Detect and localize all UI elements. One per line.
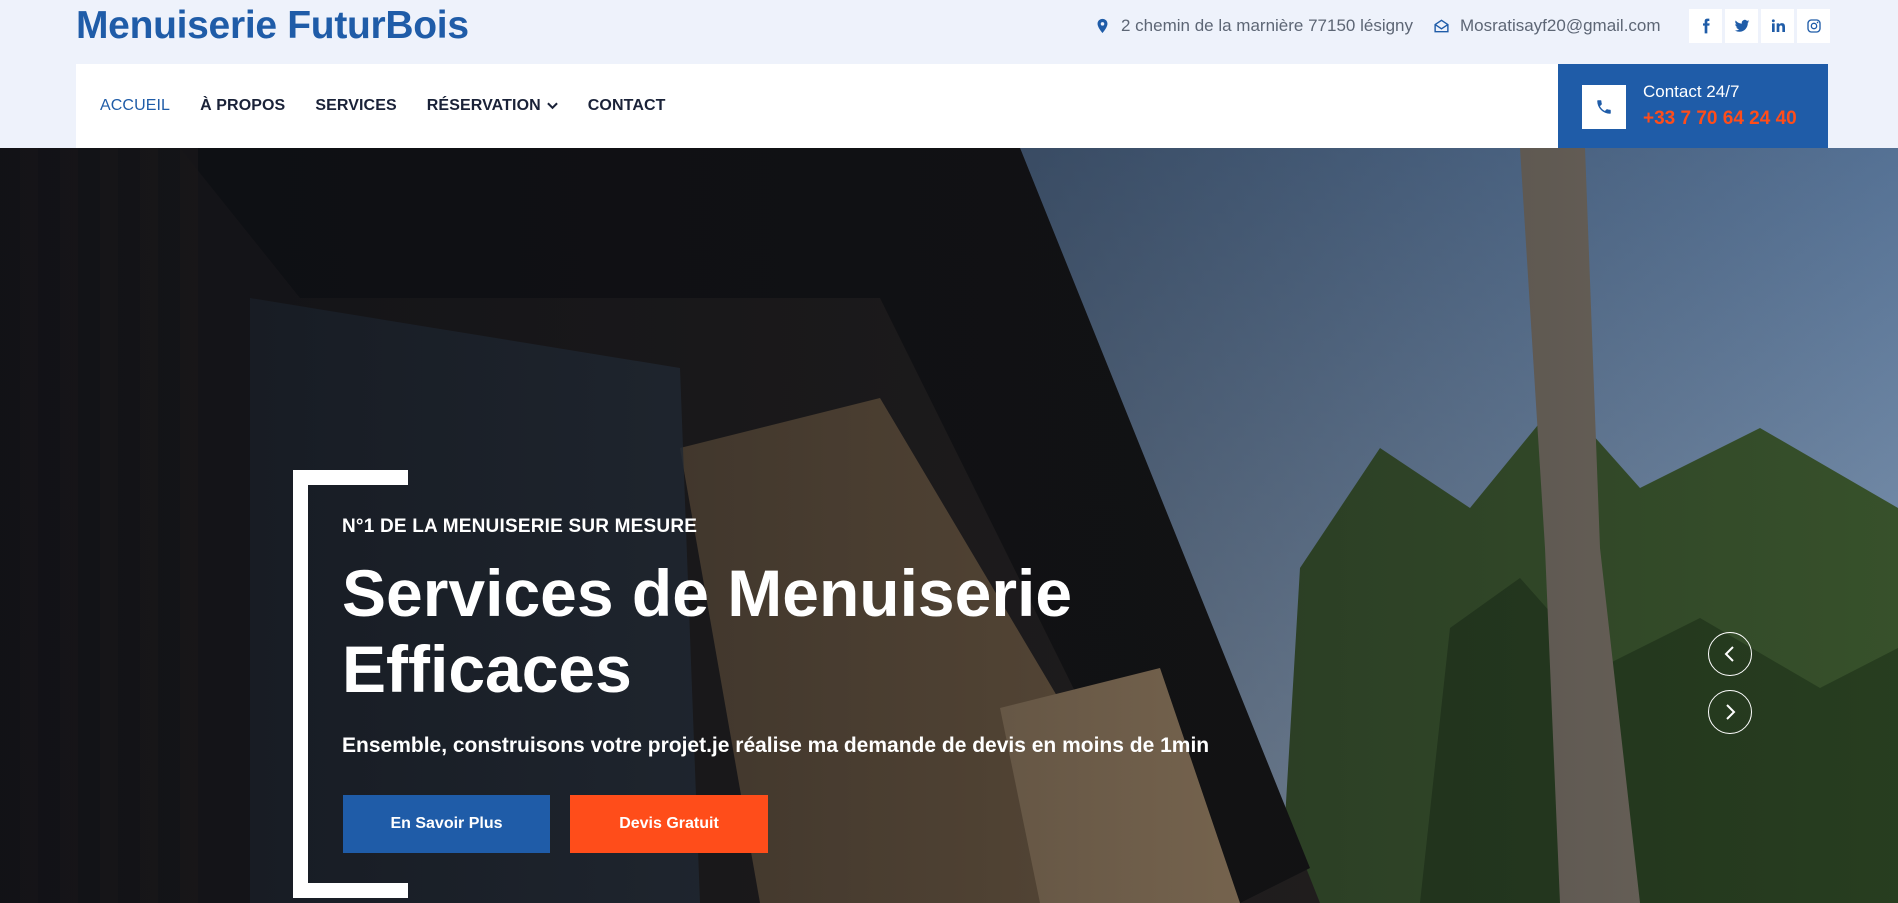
main-navbar: ACCUEIL À PROPOS SERVICES RÉSERVATION CO…	[76, 64, 1558, 148]
learn-more-button[interactable]: En Savoir Plus	[343, 795, 550, 853]
nav-item-label: À PROPOS	[200, 97, 286, 114]
hero-headline-line1: Services de Menuiserie	[342, 556, 1073, 630]
nav-item-label: RÉSERVATION	[426, 97, 541, 114]
hero-tagline: Ensemble, construisons votre projet.je r…	[342, 734, 1210, 757]
chevron-down-icon	[546, 102, 558, 110]
slider-next-button[interactable]	[1708, 690, 1752, 734]
twitter-icon[interactable]	[1725, 9, 1758, 43]
chevron-right-icon	[1726, 704, 1736, 720]
hero-headline: Services de Menuiserie Efficaces	[342, 555, 1242, 707]
hero-headline-line2: Efficaces	[342, 632, 632, 706]
instagram-icon[interactable]	[1797, 9, 1830, 43]
envelope-open-icon	[1434, 19, 1449, 33]
nav-item-label: ACCUEIL	[100, 97, 171, 114]
nav-item-contact[interactable]: CONTACT	[588, 97, 666, 115]
slider-prev-button[interactable]	[1708, 632, 1752, 676]
nav-item-label: SERVICES	[315, 97, 397, 114]
main-nav: ACCUEIL À PROPOS SERVICES RÉSERVATION CO…	[100, 64, 696, 148]
nav-item-label: CONTACT	[587, 97, 666, 114]
free-quote-button[interactable]: Devis Gratuit	[570, 795, 768, 853]
nav-item-accueil[interactable]: ACCUEIL	[100, 97, 170, 115]
linkedin-icon[interactable]	[1761, 9, 1794, 43]
map-pin-icon	[1097, 18, 1108, 34]
social-links	[1689, 9, 1830, 43]
hero-subtitle: N°1 DE LA MENUISERIE SUR MESURE	[342, 516, 698, 537]
contact-label: Contact 24/7	[1643, 82, 1740, 101]
facebook-icon[interactable]	[1689, 9, 1722, 43]
address-text: 2 chemin de la marnière 77150 lésigny	[1121, 16, 1414, 35]
nav-item-reservation[interactable]: RÉSERVATION	[427, 97, 558, 115]
topbar: Menuiserie FuturBois 2 chemin de la marn…	[0, 0, 1898, 64]
email-text[interactable]: Mosratisayf20@gmail.com	[1460, 16, 1661, 36]
nav-item-a-propos[interactable]: À PROPOS	[200, 97, 285, 115]
hero-background-image	[0, 148, 1898, 903]
phone-icon	[1582, 85, 1626, 129]
address-info: 2 chemin de la marnière 77150 lésigny	[1094, 16, 1413, 36]
nav-item-services[interactable]: SERVICES	[315, 97, 396, 115]
contact-box[interactable]: Contact 24/7 +33 7 70 64 24 40	[1558, 64, 1828, 148]
email-info[interactable]: Mosratisayf20@gmail.com	[1433, 16, 1661, 36]
chevron-left-icon	[1724, 646, 1734, 662]
contact-phone-number[interactable]: +33 7 70 64 24 40	[1643, 108, 1797, 130]
site-logo[interactable]: Menuiserie FuturBois	[76, 4, 469, 48]
hero-slider	[0, 148, 1898, 903]
